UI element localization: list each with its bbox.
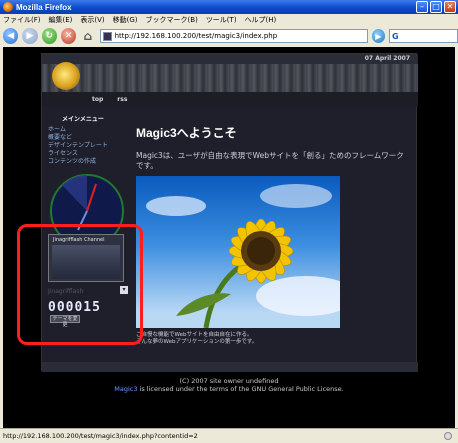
menu-view[interactable]: 表示(V) <box>80 15 104 25</box>
footer-bar <box>42 362 418 372</box>
page-heading: Magic3へようこそ <box>136 126 237 140</box>
nav-link-top[interactable]: top <box>92 96 103 103</box>
maximize-button[interactable]: □ <box>430 1 442 13</box>
go-button[interactable]: ▶ <box>371 29 385 43</box>
sidebar-link-templates[interactable]: デザインテンプレート <box>48 142 126 150</box>
sidebar-link-about[interactable]: 概要など <box>48 134 126 142</box>
close-button[interactable]: ✕ <box>444 1 456 13</box>
reload-button[interactable]: ↻ <box>41 28 57 44</box>
search-box[interactable]: G <box>388 29 458 43</box>
image-caption: ご自慢な機能でWebサイトを自由自在に作る。 そんな夢のWebアプリケーションの… <box>136 332 257 346</box>
navigation-toolbar: ◀ ▶ ↻ ✕ ⌂ ▶ G <box>0 26 458 46</box>
header-nav: top rss <box>42 92 418 106</box>
license-text: Magic3 is licensed under the terms of th… <box>3 385 455 393</box>
license-rest: is licensed under the terms of the GNU G… <box>137 385 344 393</box>
sidebar-link-content[interactable]: コンテンツの作成 <box>48 158 126 166</box>
menu-bookmarks[interactable]: ブックマーク(B) <box>146 15 198 25</box>
status-bar: http://192.168.100.200/test/magic3/index… <box>0 428 458 443</box>
menu-tools[interactable]: ツール(T) <box>206 15 237 25</box>
caption-line-1: ご自慢な機能でWebサイトを自由自在に作る。 <box>136 332 253 338</box>
site-logo[interactable] <box>52 62 80 90</box>
status-icon <box>444 432 452 440</box>
sidebar-title: メインメニュー <box>62 116 104 123</box>
main-content: Magic3へようこそ Magic3は、ユーザが自由な表現でWebサイトを「創る… <box>130 110 414 358</box>
forward-button[interactable]: ▶ <box>22 28 38 44</box>
annotation-highlight <box>17 224 143 345</box>
magic3-link[interactable]: Magic3 <box>114 385 137 393</box>
intro-text: Magic3は、ユーザが自由な表現でWebサイトを「創る」ためのフレームワークで… <box>136 151 404 170</box>
menu-help[interactable]: ヘルプ(H) <box>245 15 277 25</box>
browser-viewport: 07 April 2007 top rss メインメニュー ホーム 概要など デ… <box>3 47 455 428</box>
url-bar <box>99 29 368 43</box>
site-footer: (C) 2007 site owner undefined Magic3 is … <box>3 377 455 393</box>
minimize-button[interactable]: – <box>416 1 428 13</box>
window-titlebar: Mozilla Firefox – □ ✕ <box>0 0 458 14</box>
site-header: 07 April 2007 top rss <box>42 54 418 106</box>
menu-bar: ファイル(F) 編集(E) 表示(V) 移動(G) ブックマーク(B) ツール(… <box>0 14 458 26</box>
nav-link-rss[interactable]: rss <box>117 96 127 103</box>
window-title: Mozilla Firefox <box>16 2 72 12</box>
home-button[interactable]: ⌂ <box>80 28 95 44</box>
sidebar-link-license[interactable]: ライセンス <box>48 150 126 158</box>
status-text: http://192.168.100.200/test/magic3/index… <box>3 432 198 440</box>
caption-line-2: そんな夢のWebアプリケーションの第一歩です。 <box>136 339 258 345</box>
sunflower-image <box>136 176 340 328</box>
sidebar-link-home[interactable]: ホーム <box>48 126 126 134</box>
google-icon: G <box>391 31 399 41</box>
favicon-icon <box>102 31 112 41</box>
url-input[interactable] <box>114 32 355 40</box>
menu-edit[interactable]: 編集(E) <box>49 15 73 25</box>
firefox-icon <box>3 2 13 12</box>
stop-button[interactable]: ✕ <box>60 28 77 44</box>
back-button[interactable]: ◀ <box>3 28 19 44</box>
copyright-text: (C) 2007 site owner undefined <box>179 377 279 385</box>
menu-go[interactable]: 移動(G) <box>113 15 138 25</box>
menu-file[interactable]: ファイル(F) <box>3 15 41 25</box>
date-display: 07 April 2007 <box>42 54 418 64</box>
